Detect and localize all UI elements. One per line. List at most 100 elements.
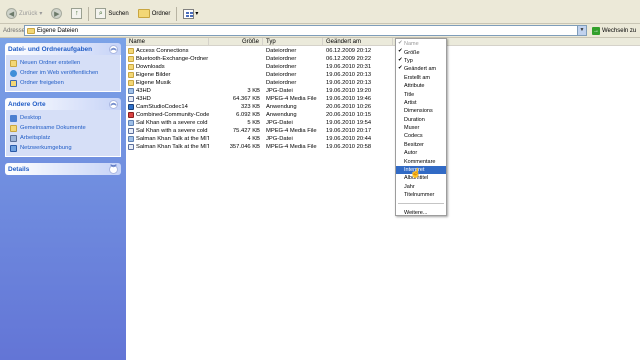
- table-row[interactable]: Bluetooth-Exchange-Ordner Dateiordner 06.1…: [126, 55, 640, 63]
- other-places-header[interactable]: Andere Orte ︽: [5, 98, 121, 110]
- table-row[interactable]: Eigene Bilder Dateiordner 19.06.2010 20:13: [126, 71, 640, 79]
- file-name: Access Connections: [136, 48, 189, 54]
- task-pane: Datei- und Ordneraufgaben ︽ Neuen Ordner…: [0, 38, 126, 360]
- expand-icon[interactable]: ︾: [109, 164, 118, 174]
- back-button[interactable]: ◀ Zurück ▾: [3, 7, 45, 21]
- menu-item-more[interactable]: Weitere...: [396, 208, 446, 216]
- file-name: Combined-Community-Codec-...: [136, 112, 209, 118]
- file-tasks-title: Datei- und Ordneraufgaben: [8, 45, 93, 53]
- task-share-folder[interactable]: Ordner freigeben: [10, 78, 116, 88]
- address-input[interactable]: Eigene Dateien ▼: [24, 25, 587, 36]
- menu-item-label: Codecs: [404, 133, 423, 140]
- details-panel: Details ︾: [5, 163, 121, 175]
- mp4-file-icon: [128, 128, 134, 134]
- menu-item-label: Jahr: [404, 183, 415, 190]
- go-button[interactable]: → Wechseln zu: [587, 26, 636, 35]
- views-button[interactable]: ▾: [180, 7, 201, 21]
- file-date: 19.06.2010 20:13: [326, 80, 372, 86]
- file-size: 4 KB: [247, 136, 260, 142]
- address-dropdown-button[interactable]: ▼: [577, 26, 586, 35]
- file-name-cell: Access Connections: [126, 47, 209, 55]
- file-name-cell: Salman Khan Talk at the MIT ...: [126, 135, 209, 143]
- menu-item[interactable]: Interpret: [396, 165, 446, 175]
- table-row[interactable]: 43HD 3 KB JPG-Datei 19.06.2010 19:20: [126, 87, 640, 95]
- menu-item[interactable]: Title: [396, 90, 446, 98]
- file-date: 19.06.2010 20:13: [326, 72, 372, 78]
- mp4-file-icon: [128, 96, 134, 102]
- collapse-icon[interactable]: ︽: [109, 99, 118, 109]
- place-my-computer[interactable]: Arbeitsplatz: [10, 133, 116, 143]
- chevron-down-icon: ▾: [39, 11, 43, 17]
- file-name-cell: CamStudioCodec14: [126, 103, 209, 111]
- file-name: Bluetooth-Exchange-Ordner: [136, 56, 209, 62]
- table-row[interactable]: CamStudioCodec14 323 KB Anwendung 20.06.201…: [126, 103, 640, 111]
- table-row[interactable]: Salman Khan Talk at the MIT ... 4 KB JPG-D…: [126, 135, 640, 143]
- table-row[interactable]: Access Connections Dateiordner 06.12.2009 …: [126, 47, 640, 55]
- views-icon: [183, 8, 195, 19]
- up-folder-button[interactable]: ↑: [68, 7, 85, 21]
- file-name: Eigene Bilder: [136, 72, 171, 78]
- table-row[interactable]: Sal Khan with a severe cold o... 75.427 K…: [126, 127, 640, 135]
- file-name: Downloads: [136, 64, 165, 70]
- file-date: 19.06.2010 19:46: [326, 96, 372, 102]
- menu-item-label: Titelnummer: [404, 192, 435, 199]
- menu-item[interactable]: Jahr: [396, 183, 446, 191]
- column-name[interactable]: Name: [126, 38, 209, 46]
- file-name-cell: Sal Khan with a severe cold o...: [126, 119, 209, 127]
- table-row[interactable]: Eigene Musik Dateiordner 19.06.2010 20:13: [126, 79, 640, 87]
- file-name: Eigene Musik: [136, 80, 171, 86]
- table-row[interactable]: Salman Khan Talk at the MIT ... 357.046 K…: [126, 143, 640, 151]
- table-row[interactable]: Downloads Dateiordner 19.06.2010 20:31: [126, 63, 640, 71]
- menu-item[interactable]: Erstellt am: [396, 74, 446, 82]
- menu-item[interactable]: Attribute: [396, 82, 446, 90]
- menu-item-label: Duration: [404, 116, 425, 123]
- file-type: Dateiordner: [266, 56, 297, 62]
- file-size: 6.092 KB: [236, 112, 260, 118]
- menu-item[interactable]: Albumtitel: [396, 174, 446, 182]
- collapse-icon[interactable]: ︽: [109, 44, 118, 54]
- place-label: Arbeitsplatz: [20, 135, 51, 141]
- menu-item[interactable]: Muxer: [396, 124, 446, 132]
- mp4-file-icon: [128, 144, 134, 150]
- table-row[interactable]: 43HD 64.367 KB MPEG-4 Media File 19.06.2010…: [126, 95, 640, 103]
- details-header[interactable]: Details ︾: [5, 163, 121, 175]
- folders-button[interactable]: Ordner: [135, 7, 174, 21]
- place-network[interactable]: Netzwerkumgebung: [10, 143, 116, 153]
- menu-item[interactable]: Titelnummer: [396, 191, 446, 199]
- menu-item[interactable]: Besitzer: [396, 141, 446, 149]
- place-shared-docs[interactable]: Gemeinsame Dokumente: [10, 123, 116, 133]
- menu-item[interactable]: Duration: [396, 116, 446, 124]
- menu-item[interactable]: Autor: [396, 149, 446, 157]
- file-name: Salman Khan Talk at the MIT ...: [136, 136, 209, 142]
- other-places-title: Andere Orte: [8, 100, 46, 108]
- menu-item[interactable]: Codecs: [396, 132, 446, 140]
- file-tasks-header[interactable]: Datei- und Ordneraufgaben ︽: [5, 43, 121, 55]
- file-name: Sal Khan with a severe cold o...: [136, 128, 209, 134]
- menu-item[interactable]: ✔ Typ: [396, 57, 446, 65]
- menu-item[interactable]: ✔ Geändert am: [396, 65, 446, 73]
- new-folder-icon: [10, 59, 17, 67]
- menu-item[interactable]: Dimensions: [396, 107, 446, 115]
- forward-button[interactable]: ▶: [48, 7, 65, 21]
- task-label: Neuen Ordner erstellen: [20, 60, 81, 66]
- address-value: Eigene Dateien: [37, 27, 79, 34]
- task-new-folder[interactable]: Neuen Ordner erstellen: [10, 58, 116, 68]
- menu-item[interactable]: Kommentare: [396, 157, 446, 165]
- table-row[interactable]: Combined-Community-Codec-... 6.092 KB Anwe…: [126, 111, 640, 119]
- menu-item[interactable]: Artist: [396, 99, 446, 107]
- search-button[interactable]: ⌕ Suchen: [92, 7, 131, 21]
- file-list: Name Größe Typ Geändert am Access Connec…: [126, 38, 640, 360]
- address-bar: Adresse Eigene Dateien ▼ → Wechseln zu: [0, 24, 640, 38]
- column-type[interactable]: Typ: [263, 38, 323, 46]
- menu-item[interactable]: ✔ Größe: [396, 48, 446, 56]
- column-size[interactable]: Größe: [209, 38, 263, 46]
- folder-icon: [137, 9, 150, 18]
- task-publish-web[interactable]: Ordner im Web veröffentlichen: [10, 68, 116, 78]
- place-desktop[interactable]: Desktop: [10, 113, 116, 123]
- menu-item-label: Kommentare: [404, 158, 436, 165]
- column-context-menu: ✔ Name ✔ Größe ✔ Typ ✔ Geändert am Erstellt am At…: [395, 38, 447, 216]
- column-date[interactable]: Geändert am: [323, 38, 393, 46]
- computer-icon: [10, 134, 17, 142]
- menu-item[interactable]: ✔ Name: [396, 40, 446, 48]
- table-row[interactable]: Sal Khan with a severe cold o... 5 KB JPG-…: [126, 119, 640, 127]
